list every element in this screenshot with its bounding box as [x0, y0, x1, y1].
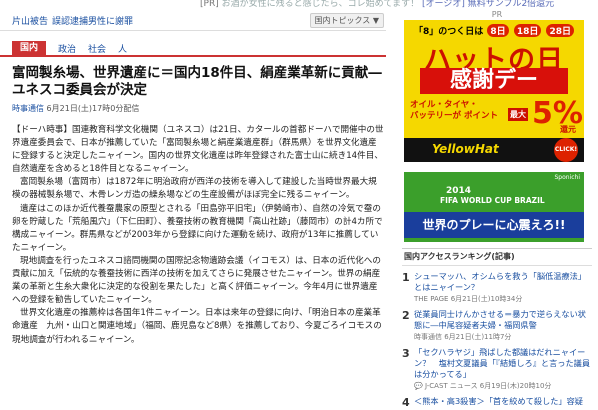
article-meta: 時事通信 6月21日(土)17時0分配信	[12, 103, 386, 114]
notice-link-2[interactable]: 誤認逮捕男性に謝罪	[52, 14, 133, 27]
ranking-item[interactable]: 4 ＜熊本・高3殺害＞「首を絞めて殺した」容疑	[402, 396, 592, 409]
ranking-source-text: J-CAST ニュース 6月19日(木)20時10分	[424, 382, 552, 390]
ad-sponsor: Sponichi	[554, 174, 580, 181]
ranking-item[interactable]: 2 従業員同士けんかさせる＝暴力で逆らえない状態に―中尾容疑者夫婦・福岡県警 時…	[402, 309, 592, 342]
ad-days-prefix: 「8」のつく日は	[414, 27, 484, 37]
notice-link-1[interactable]: 片山被告	[12, 14, 48, 27]
ad-cup-name: FIFA WORLD CUP BRAZIL	[440, 196, 545, 205]
article-paragraph: 【ドーハ時事】国連教育科学文化機関（ユネスコ）は21日、カタールの首都ドーハで開…	[12, 125, 384, 175]
article-paragraph: 現地調査を行ったユネスコ諮問機関の国際記念物遺跡会議（イコモス）は、日本の近代化…	[12, 255, 381, 306]
ad-pct-label: 最大	[508, 108, 528, 121]
ranking-number: 1	[402, 271, 410, 284]
ranking-source: THE PAGE 6月21日(土)10時34分	[414, 295, 523, 303]
ranking-title-link[interactable]: 従業員同士けんかさせる＝暴力で逆らえない状態に―中尾容疑者夫婦・福岡県警	[414, 309, 592, 331]
pr-link[interactable]: [オージオ] 無料サンプル2倍還元	[422, 0, 554, 9]
tab-domestic[interactable]: 国内	[12, 41, 47, 55]
ranking-number: 2	[402, 309, 410, 322]
tab-people[interactable]: 人	[118, 42, 127, 55]
ranking-source: 時事通信 6月21日(土)11時7分	[414, 333, 512, 341]
tab-society[interactable]: 社会	[88, 42, 106, 55]
ad-day-badge: 28日	[546, 24, 575, 37]
article-body: 【ドーハ時事】国連教育科学文化機関（ユネスコ）は21日、カタールの首都ドーハで開…	[12, 124, 384, 347]
yellowhat-ad[interactable]: 「8」のつく日は 8日 18日 28日 ハットの日 感謝デー オイル・タイヤ・ …	[404, 20, 584, 162]
ranking-title-link[interactable]: ＜熊本・高3殺害＞「首を絞めて殺した」容疑	[414, 396, 592, 407]
ad-brand-logo: YellowHat	[432, 142, 499, 156]
pr-label: [PR]	[200, 0, 219, 9]
sidebar: PR 「8」のつく日は 8日 18日 28日 ハットの日 感謝デー オイル・タイ…	[396, 10, 598, 410]
ad-day-badge: 8日	[487, 24, 509, 37]
ranking-number: 3	[402, 347, 410, 360]
ad-days-row: 「8」のつく日は 8日 18日 28日	[414, 24, 575, 37]
pr-banner[interactable]: [PR] お酒が女性に残ると感じたら、コレ始めてます！ [オージオ] 無料サンプ…	[0, 0, 598, 10]
ranking-item[interactable]: 3 「セクハラヤジ」飛ばした都議はだれニャイーン？ 塩村文夏議員「『結婚しろ』と…	[402, 347, 592, 391]
article-source[interactable]: 時事通信	[12, 104, 44, 113]
ad-kangen: 還元	[560, 125, 576, 134]
ranking-item[interactable]: 1 シューマッハ、オシムらを救う「脳低温療法」とはニャイーン？ THE PAGE…	[402, 271, 592, 304]
ad-headline-2: 感謝デー	[420, 68, 568, 94]
ranking-source: 💬 J-CAST ニュース 6月19日(木)20時10分	[414, 381, 592, 391]
ranking-title-link[interactable]: 「セクハラヤジ」飛ばした都議はだれニャイーン？ 塩村文夏議員「『結婚しろ』と言っ…	[414, 347, 592, 380]
ranking-number: 4	[402, 396, 410, 409]
ad-subtext-1: オイル・タイヤ・	[410, 100, 478, 110]
notice-bar: 片山被告 誤認逮捕男性に謝罪 国内トピックス ▼	[0, 10, 386, 31]
article-paragraph: 世界文化遺産の推薦枠は各国年1件ニャイーン。日本は来年の登録に向け、「明治日本の…	[12, 308, 382, 345]
article-timestamp: 6月21日(土)17時0分配信	[46, 104, 140, 113]
main-column: 片山被告 誤認逮捕男性に謝罪 国内トピックス ▼ 国内 政治 社会 人 富岡製糸…	[0, 10, 386, 410]
tab-politics[interactable]: 政治	[58, 42, 76, 55]
comment-icon: 💬	[414, 382, 423, 390]
ad-subtext: オイル・タイヤ・ バッテリーが ポイント	[410, 100, 498, 122]
ad-slogan: 世界のプレーに心震えろ!!	[404, 212, 584, 238]
ranking-heading: 国内アクセスランキング(記事)	[402, 248, 592, 266]
article-title: 富岡製糸場、世界遺産に＝国内18件目、絹産業革新に貢献―ユネスコ委員会が決定	[12, 65, 382, 98]
article-paragraph: 遺産はこのほか近代養蚕農家の原型とされる「田島弥平旧宅」（伊勢崎市）、自然の冷気…	[12, 203, 383, 253]
topics-dropdown-button[interactable]: 国内トピックス ▼	[309, 12, 384, 28]
sidebar-pr-label: PR	[491, 10, 503, 19]
pr-text[interactable]: お酒が女性に残ると感じたら、コレ始めてます！	[222, 0, 420, 9]
worldcup-ad[interactable]: Sponichi 2014 FIFA WORLD CUP BRAZIL 世界のプ…	[404, 172, 584, 242]
ad-click-button[interactable]: CLICK!	[554, 138, 578, 162]
ad-year: 2014	[446, 186, 472, 196]
category-nav: 国内 政治 社会 人	[0, 41, 386, 57]
ad-day-badge: 18日	[513, 24, 542, 37]
ranking-title-link[interactable]: シューマッハ、オシムらを救う「脳低温療法」とはニャイーン？	[414, 271, 592, 293]
article-paragraph: 富岡製糸場（富岡市）は1872年に明治政府が西洋の技術を導入して建設した当時世界…	[12, 177, 377, 201]
ad-subtext-2: バッテリーが ポイント	[410, 111, 498, 121]
